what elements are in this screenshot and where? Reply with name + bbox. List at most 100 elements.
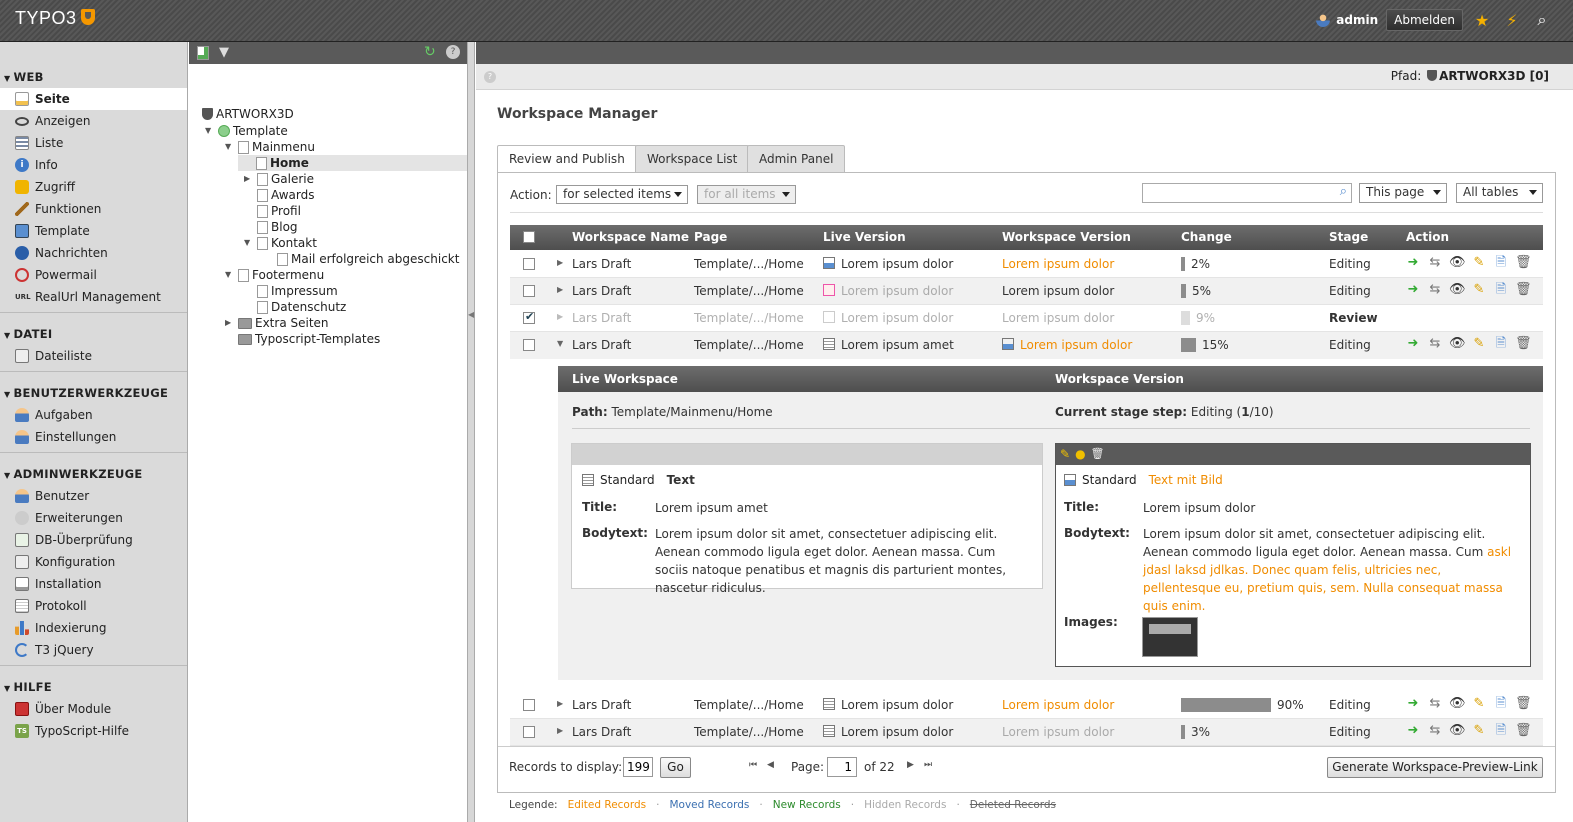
logout-button[interactable]: Abmelden xyxy=(1386,9,1463,31)
go-button[interactable]: Go xyxy=(660,757,691,778)
table-scope-select[interactable]: All tables xyxy=(1456,183,1543,203)
module-benutzer[interactable]: Benutzer xyxy=(0,485,187,507)
send-next-stage-icon[interactable]: ➜ xyxy=(1405,696,1421,712)
table-row-expanded[interactable]: ▼ Lars Draft Template/.../Home Lorem ips… xyxy=(510,332,1543,359)
module-liste[interactable]: Liste xyxy=(0,132,187,154)
send-next-stage-icon[interactable]: ➜ xyxy=(1405,282,1421,298)
new-page-icon[interactable] xyxy=(197,46,209,60)
module-erweiterungen[interactable]: Erweiterungen xyxy=(0,507,187,529)
module-template[interactable]: Template xyxy=(0,220,187,242)
module-einstellungen[interactable]: Einstellungen xyxy=(0,426,187,448)
tree-node-mail[interactable]: Mail erfolgreich abgeschickt xyxy=(277,251,459,267)
tree-root[interactable]: ARTWORX3D xyxy=(202,106,294,122)
workspace-version[interactable]: Lorem ipsum dolor xyxy=(1002,698,1114,712)
history-icon[interactable]: 🗎 xyxy=(1493,255,1509,271)
history-icon[interactable]: 🗎 xyxy=(1493,282,1509,298)
tree-help-icon[interactable]: ? xyxy=(446,45,460,59)
table-row[interactable]: ▶ Lars Draft Template/.../Home Lorem ips… xyxy=(510,719,1543,746)
user-menu[interactable]: admin xyxy=(1316,13,1378,27)
expand-icon[interactable]: ▶ xyxy=(557,285,563,294)
tab-review-publish[interactable]: Review and Publish xyxy=(497,145,637,174)
expand-icon[interactable]: ▶ xyxy=(225,315,235,331)
module-powermail[interactable]: Powermail xyxy=(0,264,187,286)
preview-eye-icon[interactable]: 👁 xyxy=(1449,696,1466,712)
tree-node-typoscript-templates[interactable]: Typoscript-Templates xyxy=(238,331,380,347)
module-nachrichten[interactable]: Nachrichten xyxy=(0,242,187,264)
tree-node-profil[interactable]: Profil xyxy=(257,203,301,219)
row-checkbox[interactable] xyxy=(523,726,535,738)
history-icon[interactable]: 🗎 xyxy=(1493,336,1509,352)
bookmark-star-icon[interactable]: ★ xyxy=(1471,11,1493,30)
module-group-header[interactable]: ▼ DATEI xyxy=(0,325,187,345)
search-field[interactable]: ⌕ xyxy=(1142,183,1352,203)
workspace-version[interactable]: Lorem ipsum dolor xyxy=(1020,338,1132,352)
prev-page-icon[interactable]: ◀ xyxy=(767,760,774,770)
search-icon[interactable]: ⌕ xyxy=(1531,10,1553,30)
history-icon[interactable]: 🗎 xyxy=(1493,696,1509,712)
select-all-checkbox[interactable] xyxy=(523,231,535,243)
tree-node-template[interactable]: ▼ Template xyxy=(205,123,288,139)
tree-node-galerie[interactable]: ▶ Galerie xyxy=(244,171,314,187)
expand-icon[interactable]: ▶ xyxy=(244,171,254,187)
module-realurl[interactable]: URL RealUrl Management xyxy=(0,286,187,308)
collapse-icon[interactable]: ▼ xyxy=(244,235,254,251)
next-page-icon[interactable]: ▶ xyxy=(907,760,914,770)
send-next-stage-icon[interactable]: ➜ xyxy=(1405,336,1421,352)
collapse-icon[interactable]: ▼ xyxy=(557,339,563,348)
tree-node-kontakt[interactable]: ▼ Kontakt xyxy=(244,235,317,251)
module-db-check[interactable]: DB-Überprüfung xyxy=(0,529,187,551)
column-header[interactable]: Workspace Name xyxy=(572,230,689,244)
module-ueber-module[interactable]: Über Module xyxy=(0,698,187,720)
column-header[interactable]: Stage xyxy=(1329,230,1368,244)
tree-node-extra-seiten[interactable]: ▶ Extra Seiten xyxy=(225,315,329,331)
row-checkbox[interactable] xyxy=(523,258,535,270)
collapse-tree-icon[interactable]: ◀ xyxy=(468,310,474,319)
filter-icon[interactable]: ▼ xyxy=(219,46,229,59)
module-installation[interactable]: Installation xyxy=(0,573,187,595)
swap-icon[interactable]: ⇆ xyxy=(1427,723,1443,739)
tree-node-datenschutz[interactable]: Datenschutz xyxy=(257,299,346,315)
send-next-stage-icon[interactable]: ➜ xyxy=(1405,255,1421,271)
module-aufgaben[interactable]: Aufgaben xyxy=(0,404,187,426)
action-selected-select[interactable]: for selected items xyxy=(556,185,688,204)
first-page-icon[interactable]: ⏮ xyxy=(749,760,757,770)
expand-icon[interactable]: ▶ xyxy=(557,258,563,267)
edit-pencil-icon[interactable]: ✎ xyxy=(1471,336,1487,352)
row-checkbox[interactable] xyxy=(523,285,535,297)
module-seite[interactable]: Seite xyxy=(0,88,187,110)
tree-node-home[interactable]: Home xyxy=(238,155,467,171)
module-group-header[interactable]: ▼ ADMINWERKZEUGE xyxy=(0,465,187,485)
workspace-version[interactable]: Lorem ipsum dolor xyxy=(1002,725,1114,739)
module-konfiguration[interactable]: Konfiguration xyxy=(0,551,187,573)
swap-icon[interactable]: ⇆ xyxy=(1427,282,1443,298)
expand-icon[interactable]: ▶ xyxy=(557,312,563,321)
tree-splitter[interactable]: ◀ xyxy=(467,42,475,822)
tab-workspace-list[interactable]: Workspace List xyxy=(635,145,750,173)
row-checkbox[interactable] xyxy=(523,339,535,351)
preview-eye-icon[interactable]: 👁 xyxy=(1449,282,1466,298)
expand-icon[interactable]: ▶ xyxy=(557,699,563,708)
edit-pencil-icon[interactable]: ✎ xyxy=(1060,447,1070,462)
history-icon[interactable]: 🗎 xyxy=(1493,723,1509,739)
preview-eye-icon[interactable]: 👁 xyxy=(1449,255,1466,271)
tab-admin-panel[interactable]: Admin Panel xyxy=(747,145,846,173)
swap-icon[interactable]: ⇆ xyxy=(1427,696,1443,712)
search-icon[interactable]: ⌕ xyxy=(1340,184,1347,199)
module-t3-jquery[interactable]: T3 jQuery xyxy=(0,639,187,661)
row-checkbox[interactable] xyxy=(523,699,535,711)
module-zugriff[interactable]: Zugriff xyxy=(0,176,187,198)
delete-icon[interactable]: 🗑 xyxy=(1515,282,1532,298)
tree-node-awards[interactable]: Awards xyxy=(257,187,314,203)
refresh-icon[interactable]: ↻ xyxy=(424,44,436,60)
collapse-icon[interactable]: ▼ xyxy=(205,123,215,139)
module-info[interactable]: i Info xyxy=(0,154,187,176)
module-group-header[interactable]: ▼ BENUTZERWERKZEUGE xyxy=(0,384,187,404)
workspace-version[interactable]: Lorem ipsum dolor xyxy=(1002,257,1114,271)
workspace-version[interactable]: Lorem ipsum dolor xyxy=(1002,284,1114,298)
image-thumbnail[interactable] xyxy=(1142,617,1198,657)
module-indexierung[interactable]: Indexierung xyxy=(0,617,187,639)
column-header[interactable]: Action xyxy=(1406,230,1449,244)
module-protokoll[interactable]: Protokoll xyxy=(0,595,187,617)
preview-eye-icon[interactable]: 👁 xyxy=(1449,336,1466,352)
swap-icon[interactable]: ⇆ xyxy=(1427,255,1443,271)
